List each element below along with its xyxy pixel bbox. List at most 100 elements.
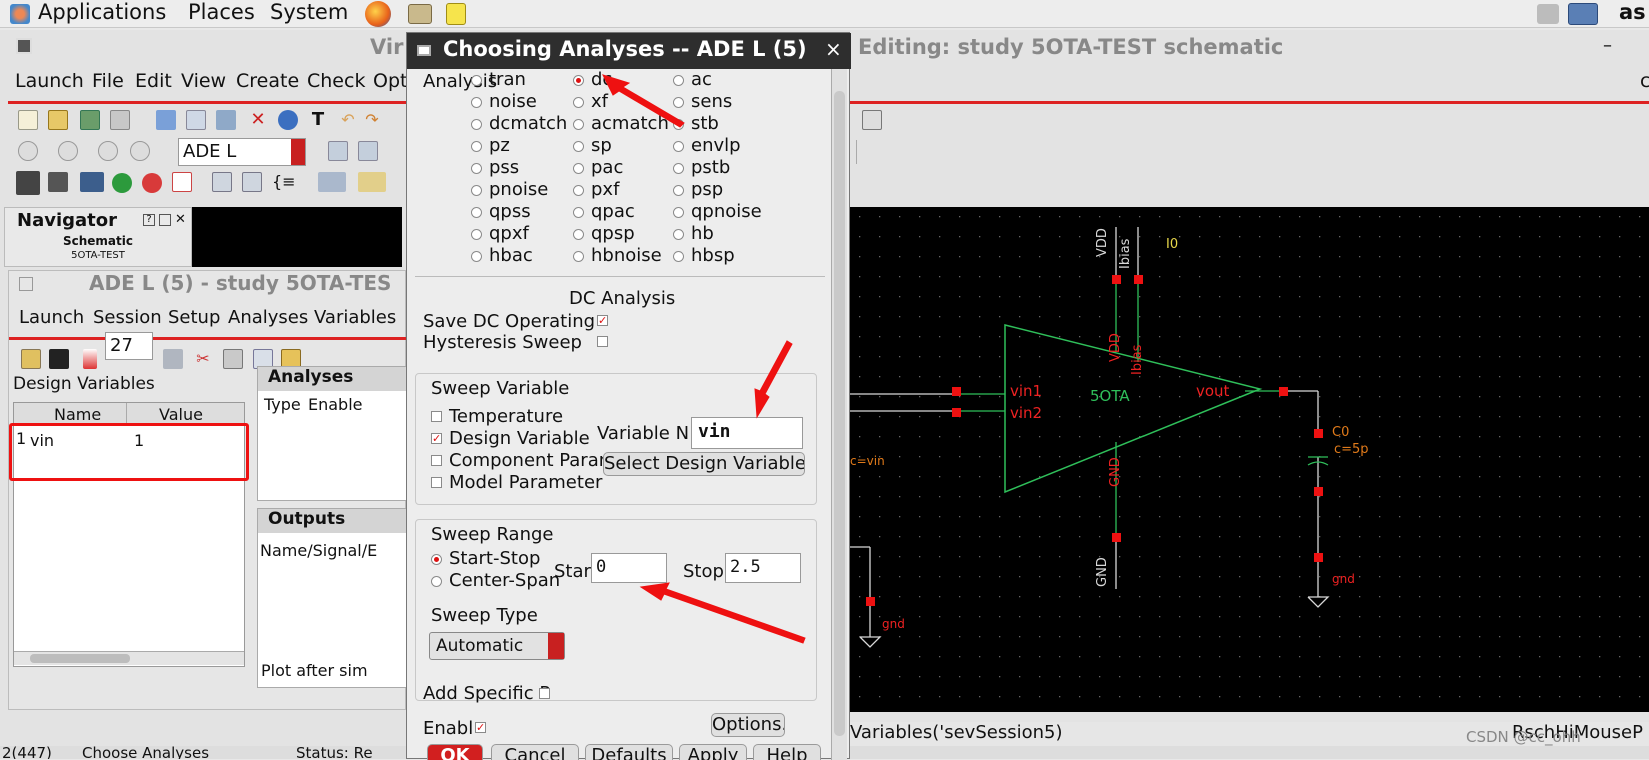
stretch-icon[interactable] [216, 110, 236, 130]
analysis-radio-hbnoise[interactable] [573, 251, 584, 262]
component-parameter-checkbox[interactable] [431, 455, 442, 466]
variables-icon[interactable] [48, 172, 68, 192]
analysis-radio-acmatch[interactable] [573, 119, 584, 130]
analysis-radio-sp[interactable] [573, 141, 584, 152]
variable-name-field[interactable]: vin [691, 417, 803, 449]
ac-dc-trans-icon[interactable] [16, 171, 40, 195]
applications-menu[interactable]: Applications [38, 0, 166, 24]
analysis-radio-sens[interactable] [673, 97, 684, 108]
dv-col-name[interactable]: Name [54, 405, 101, 424]
ade-window-icon[interactable] [19, 277, 33, 291]
analysis-radio-dcmatch[interactable] [471, 119, 482, 130]
volume-icon[interactable] [1537, 4, 1559, 24]
navigator-float-icon[interactable] [159, 214, 171, 226]
add-specific-checkbox[interactable] [539, 688, 550, 699]
dialog-scroll-thumb[interactable] [834, 91, 845, 736]
ade-menu-setup[interactable]: Setup [168, 307, 220, 328]
code-icon[interactable]: {≡ [272, 172, 296, 192]
analysis-radio-dc[interactable] [573, 75, 584, 86]
minimize-button[interactable]: – [1603, 35, 1612, 56]
analysis-radio-pstb[interactable] [673, 163, 684, 174]
ok-button[interactable]: OK [427, 744, 483, 760]
model-parameter-checkbox[interactable] [431, 477, 442, 488]
dialog-scrollbar[interactable] [831, 69, 847, 760]
ade-menu-variables[interactable]: Variables [314, 307, 396, 328]
analysis-radio-pxf[interactable] [573, 185, 584, 196]
move-icon[interactable] [156, 110, 176, 130]
analysis-radio-pnoise[interactable] [471, 185, 482, 196]
analysis-radio-ac[interactable] [673, 75, 684, 86]
ade-menu-launch[interactable]: Launch [19, 307, 84, 328]
analysis-radio-xf[interactable] [573, 97, 584, 108]
netlist-icon[interactable] [318, 172, 346, 192]
nav-top-icon[interactable] [130, 141, 150, 161]
ade-terminal-icon[interactable] [49, 349, 69, 369]
undo-icon[interactable]: ↶ [338, 110, 358, 130]
save-dc-checkbox[interactable]: ✓ [597, 315, 608, 326]
save-icon[interactable] [110, 110, 130, 130]
navigator-close-icon[interactable]: ✕ [175, 212, 186, 227]
analysis-radio-psp[interactable] [673, 185, 684, 196]
analysis-radio-hbac[interactable] [471, 251, 482, 262]
analysis-radio-qpxf[interactable] [471, 229, 482, 240]
dialog-close-button[interactable]: × [825, 37, 842, 61]
analysis-radio-qpnoise[interactable] [673, 207, 684, 218]
user-name[interactable]: as [1619, 0, 1646, 24]
menu-launch[interactable]: Launch [15, 70, 84, 92]
menu-view[interactable]: View [181, 70, 226, 92]
results-browser-icon[interactable] [242, 172, 262, 192]
stop-icon[interactable] [142, 173, 162, 193]
lock-icon[interactable] [223, 349, 243, 369]
analysis-radio-noise[interactable] [471, 97, 482, 108]
ade-menu-analyses[interactable]: Analyses [228, 307, 308, 328]
outputs-col[interactable]: Name/Signal/E [260, 541, 377, 560]
analyses-col-enable[interactable]: Enable [308, 395, 363, 414]
menu-create[interactable]: Create [236, 70, 299, 92]
text-icon[interactable]: T [308, 110, 328, 130]
dv-horizontal-scrollbar[interactable] [14, 651, 244, 665]
text-editor-icon[interactable] [446, 3, 466, 25]
analysis-radio-qpac[interactable] [573, 207, 584, 218]
analysis-radio-qpss[interactable] [471, 207, 482, 218]
cancel-button[interactable]: Cancel [491, 744, 579, 760]
temperature-field[interactable]: 27 [105, 332, 153, 360]
help-button[interactable]: Help [753, 744, 821, 760]
temperature-checkbox[interactable] [431, 411, 442, 422]
analysis-radio-envlp[interactable] [673, 141, 684, 152]
apply-button[interactable]: Apply [679, 744, 747, 760]
copy-icon[interactable] [186, 110, 206, 130]
dropdown-arrow-icon[interactable] [291, 139, 305, 165]
select-design-variable-button[interactable]: Select Design Variable [603, 452, 805, 476]
thermometer-icon[interactable] [83, 349, 97, 369]
navigator-help-icon[interactable]: ? [143, 214, 155, 226]
nav-up-icon[interactable] [58, 141, 78, 161]
start-field[interactable]: 0 [591, 553, 667, 583]
stop-field[interactable]: 2.5 [725, 553, 801, 583]
places-menu[interactable]: Places [188, 0, 255, 24]
analysis-radio-tran[interactable] [471, 75, 482, 86]
nav-down-icon[interactable] [98, 141, 118, 161]
analyses-col-type[interactable]: Type [264, 395, 301, 414]
workspace-delete-icon[interactable] [358, 141, 378, 161]
properties-icon[interactable] [278, 110, 298, 130]
plot-icon[interactable] [172, 172, 192, 192]
options-button[interactable]: Options... [711, 713, 785, 737]
nav-back-icon[interactable] [18, 141, 38, 161]
workspace-select[interactable]: ADE L [178, 138, 306, 166]
check-save-icon[interactable] [80, 110, 100, 130]
analysis-radio-pz[interactable] [471, 141, 482, 152]
setup-icon[interactable] [163, 349, 183, 369]
dv-col-value[interactable]: Value [159, 405, 203, 424]
network-icon[interactable] [1568, 3, 1598, 25]
hysteresis-checkbox[interactable] [597, 336, 608, 347]
system-menu[interactable]: System [270, 0, 348, 24]
redo-icon[interactable]: ↷ [362, 110, 382, 130]
run-icon[interactable] [112, 173, 132, 193]
analysis-radio-pss[interactable] [471, 163, 482, 174]
enabled-checkbox[interactable]: ✓ [475, 722, 486, 733]
ade-menu-session[interactable]: Session [93, 307, 162, 328]
schematic-toolbar-icon[interactable] [862, 110, 882, 130]
workspace-save-icon[interactable] [328, 141, 348, 161]
schematic-canvas[interactable]: VDD Ibias I0 vin1 vin2 5OTA vout VDD Ibi… [850, 207, 1649, 712]
scissors-icon[interactable]: ✂ [193, 349, 213, 369]
